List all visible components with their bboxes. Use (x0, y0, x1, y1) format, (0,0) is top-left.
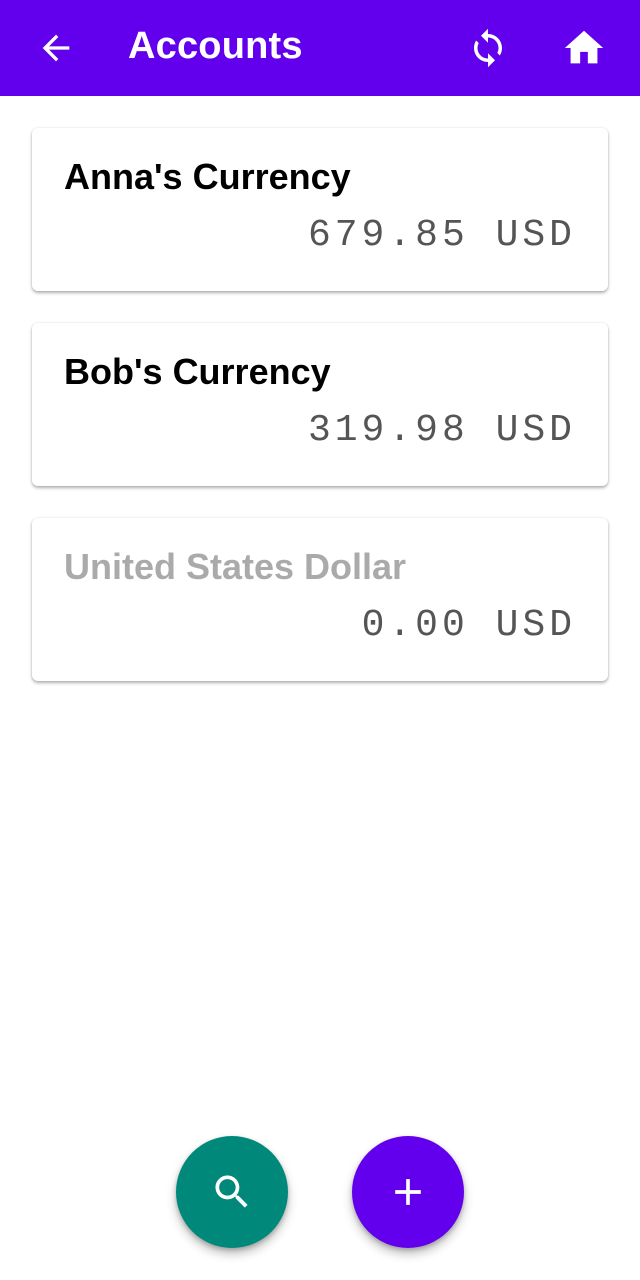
plus-icon (395, 1179, 421, 1205)
account-balance: 679.85 USD (307, 214, 576, 257)
app-screen: Accounts Anna's Currency 679.85 USD Bob'… (0, 0, 640, 1280)
top-app-bar: Accounts (0, 0, 640, 96)
search-fab[interactable] (176, 1136, 288, 1248)
account-balance: 0.00 USD (361, 604, 576, 647)
account-card[interactable]: Anna's Currency 679.85 USD (32, 128, 608, 291)
sync-button[interactable] (458, 24, 518, 72)
account-name: Bob's Currency (64, 351, 331, 392)
account-name: United States Dollar (64, 546, 407, 587)
account-name: Anna's Currency (64, 156, 351, 197)
add-account-fab[interactable] (352, 1136, 464, 1248)
back-button[interactable] (24, 24, 88, 72)
account-card[interactable]: Bob's Currency 319.98 USD (32, 323, 608, 486)
account-card[interactable]: United States Dollar 0.00 USD (32, 518, 608, 681)
page-title: Accounts (128, 25, 303, 67)
home-icon (564, 30, 604, 64)
search-icon (215, 1175, 248, 1208)
account-balance: 319.98 USD (307, 409, 576, 452)
home-button[interactable] (554, 24, 614, 72)
sync-icon (474, 28, 502, 68)
arrow-left-icon (42, 34, 70, 62)
account-list: Anna's Currency 679.85 USD Bob's Currenc… (32, 128, 608, 713)
